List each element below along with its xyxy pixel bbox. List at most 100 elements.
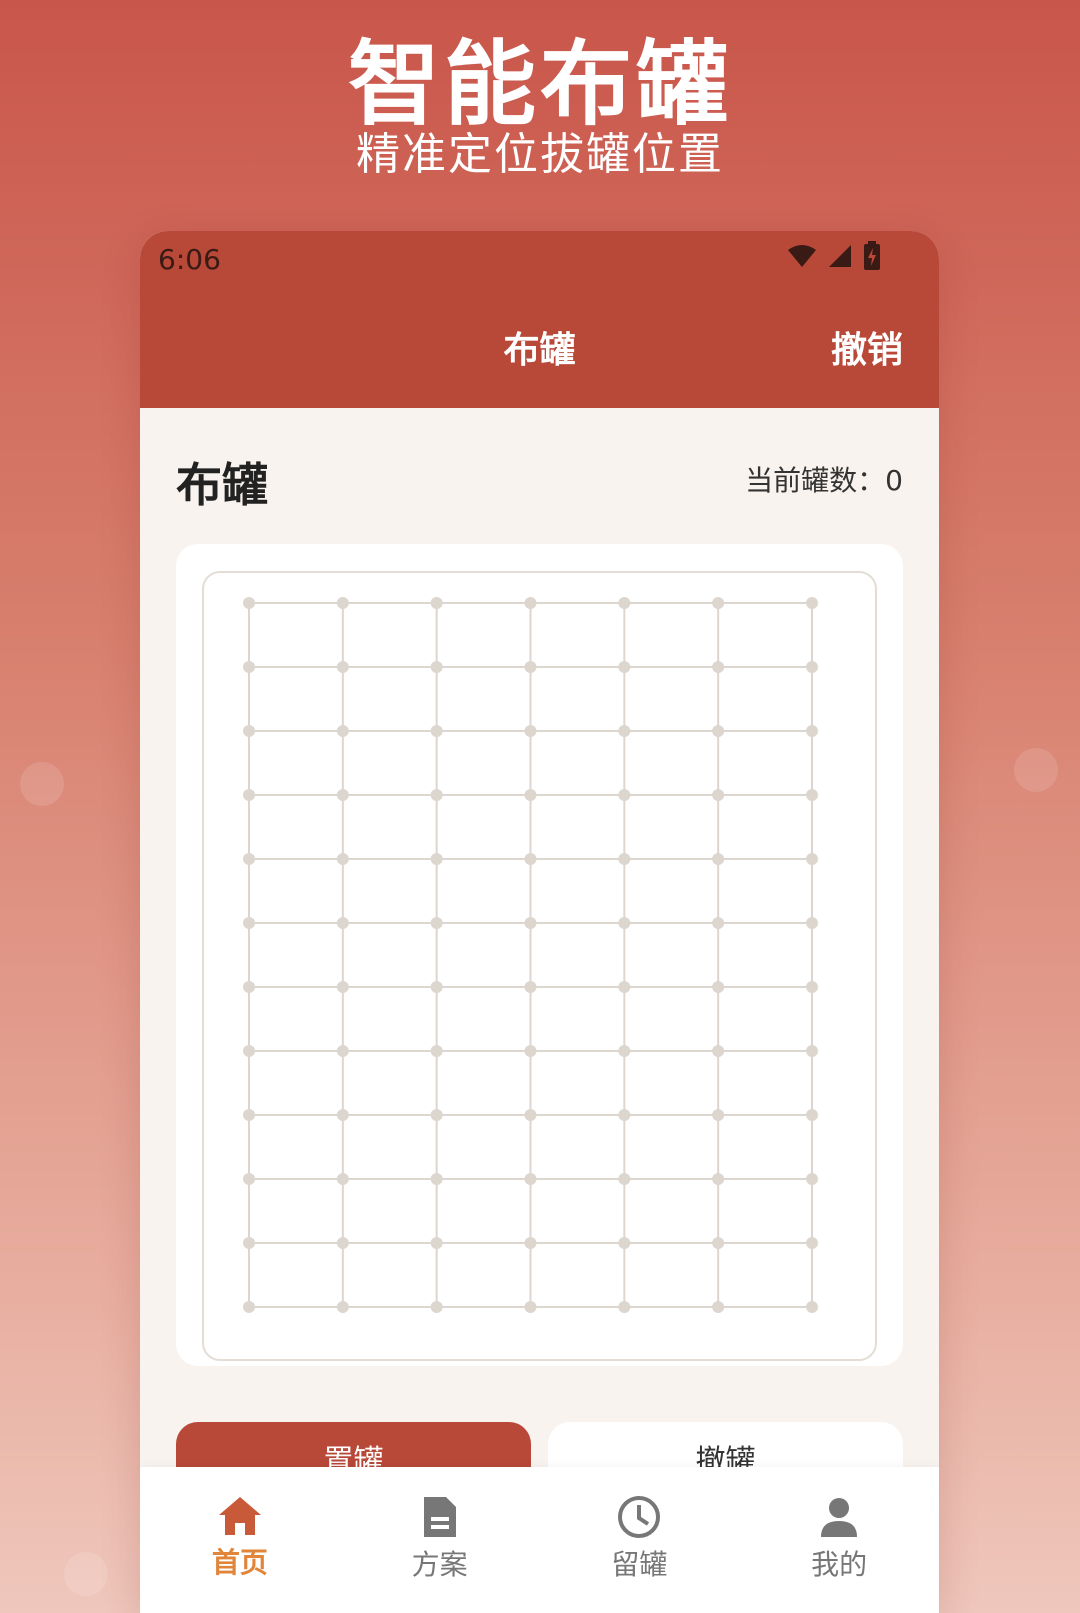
grid-point[interactable] bbox=[524, 1109, 537, 1121]
battery-charging-icon bbox=[864, 241, 880, 270]
grid-point[interactable] bbox=[524, 1173, 537, 1185]
grid-point[interactable] bbox=[806, 661, 818, 673]
grid-point[interactable] bbox=[712, 981, 725, 993]
grid-point[interactable] bbox=[712, 789, 725, 801]
grid-point[interactable] bbox=[336, 1237, 349, 1249]
grid-point[interactable] bbox=[524, 789, 537, 801]
grid-point[interactable] bbox=[712, 853, 725, 865]
grid-point[interactable] bbox=[806, 1173, 818, 1185]
grid-point[interactable] bbox=[430, 661, 443, 673]
grid-point[interactable] bbox=[336, 1301, 349, 1313]
grid-point[interactable] bbox=[336, 853, 349, 865]
grid-point[interactable] bbox=[806, 789, 818, 801]
app-bar-title: 布罐 bbox=[503, 330, 576, 371]
grid-point[interactable] bbox=[430, 853, 443, 865]
grid-point[interactable] bbox=[243, 981, 255, 993]
grid-point[interactable] bbox=[618, 853, 631, 865]
grid-point[interactable] bbox=[618, 1173, 631, 1185]
nav-item-plan[interactable]: 方案 bbox=[340, 1467, 540, 1613]
grid-point[interactable] bbox=[712, 917, 725, 929]
grid-point[interactable] bbox=[336, 1045, 349, 1057]
cupping-grid-board[interactable] bbox=[202, 571, 877, 1361]
decorative-bubble bbox=[1014, 748, 1058, 792]
grid-point[interactable] bbox=[712, 1173, 725, 1185]
grid-point[interactable] bbox=[524, 725, 537, 737]
grid-point[interactable] bbox=[524, 1237, 537, 1249]
grid-point[interactable] bbox=[806, 1301, 818, 1313]
grid-point[interactable] bbox=[430, 597, 443, 609]
grid-point[interactable] bbox=[430, 1109, 443, 1121]
tank-count: 当前罐数：0 bbox=[745, 464, 903, 497]
grid-point[interactable] bbox=[618, 661, 631, 673]
grid-point[interactable] bbox=[806, 1237, 818, 1249]
app-bar: 6:06 布罐 撤销 bbox=[140, 231, 939, 408]
section-title: 布罐 bbox=[176, 458, 268, 512]
grid-point[interactable] bbox=[806, 1045, 818, 1057]
grid-point[interactable] bbox=[806, 853, 818, 865]
grid-point[interactable] bbox=[618, 1109, 631, 1121]
grid-point[interactable] bbox=[243, 1237, 255, 1249]
grid-point[interactable] bbox=[618, 981, 631, 993]
grid-point[interactable] bbox=[430, 1237, 443, 1249]
grid-point[interactable] bbox=[243, 1109, 255, 1121]
grid-point[interactable] bbox=[806, 725, 818, 737]
grid-point[interactable] bbox=[243, 853, 255, 865]
grid-point[interactable] bbox=[430, 1173, 443, 1185]
grid-point[interactable] bbox=[430, 725, 443, 737]
grid-point[interactable] bbox=[712, 1301, 725, 1313]
grid-point[interactable] bbox=[712, 661, 725, 673]
grid-point[interactable] bbox=[524, 853, 537, 865]
grid-point[interactable] bbox=[430, 917, 443, 929]
grid-point[interactable] bbox=[336, 725, 349, 737]
grid-point[interactable] bbox=[712, 597, 725, 609]
grid-point[interactable] bbox=[336, 661, 349, 673]
grid-point[interactable] bbox=[336, 1109, 349, 1121]
grid-point[interactable] bbox=[430, 981, 443, 993]
grid-point[interactable] bbox=[618, 1301, 631, 1313]
grid-point[interactable] bbox=[430, 1301, 443, 1313]
nav-item-profile[interactable]: 我的 bbox=[739, 1467, 939, 1613]
undo-action-button[interactable]: 撤销 bbox=[831, 321, 903, 373]
grid-point[interactable] bbox=[618, 917, 631, 929]
grid-point[interactable] bbox=[712, 1109, 725, 1121]
grid-point[interactable] bbox=[243, 725, 255, 737]
grid-point[interactable] bbox=[524, 661, 537, 673]
nav-item-home[interactable]: 首页 bbox=[140, 1467, 340, 1613]
grid-point[interactable] bbox=[618, 597, 631, 609]
grid-point[interactable] bbox=[336, 1173, 349, 1185]
grid-point[interactable] bbox=[336, 789, 349, 801]
grid-point[interactable] bbox=[336, 597, 349, 609]
grid-canvas[interactable] bbox=[204, 573, 875, 1359]
grid-point[interactable] bbox=[524, 1045, 537, 1057]
grid-point[interactable] bbox=[430, 789, 443, 801]
grid-point[interactable] bbox=[806, 981, 818, 993]
grid-point[interactable] bbox=[806, 1109, 818, 1121]
grid-point[interactable] bbox=[712, 1045, 725, 1057]
grid-point[interactable] bbox=[712, 1237, 725, 1249]
grid-point[interactable] bbox=[806, 597, 818, 609]
grid-point[interactable] bbox=[524, 981, 537, 993]
grid-point[interactable] bbox=[618, 1045, 631, 1057]
clock-icon bbox=[618, 1496, 661, 1538]
grid-point[interactable] bbox=[618, 1237, 631, 1249]
grid-point[interactable] bbox=[243, 789, 255, 801]
grid-point[interactable] bbox=[712, 725, 725, 737]
grid-point[interactable] bbox=[336, 981, 349, 993]
grid-point[interactable] bbox=[430, 1045, 443, 1057]
grid-point[interactable] bbox=[243, 661, 255, 673]
grid-point[interactable] bbox=[618, 725, 631, 737]
decorative-bubble bbox=[64, 1552, 108, 1596]
grid-point[interactable] bbox=[618, 789, 631, 801]
status-icons bbox=[787, 241, 881, 271]
grid-point[interactable] bbox=[524, 917, 537, 929]
grid-point[interactable] bbox=[524, 1301, 537, 1313]
grid-point[interactable] bbox=[243, 1173, 255, 1185]
grid-point[interactable] bbox=[524, 597, 537, 609]
grid-point[interactable] bbox=[243, 917, 255, 929]
nav-item-retain[interactable]: 留罐 bbox=[540, 1467, 740, 1613]
grid-point[interactable] bbox=[243, 1301, 255, 1313]
grid-point[interactable] bbox=[806, 917, 818, 929]
grid-point[interactable] bbox=[243, 597, 255, 609]
grid-point[interactable] bbox=[336, 917, 349, 929]
grid-point[interactable] bbox=[243, 1045, 255, 1057]
